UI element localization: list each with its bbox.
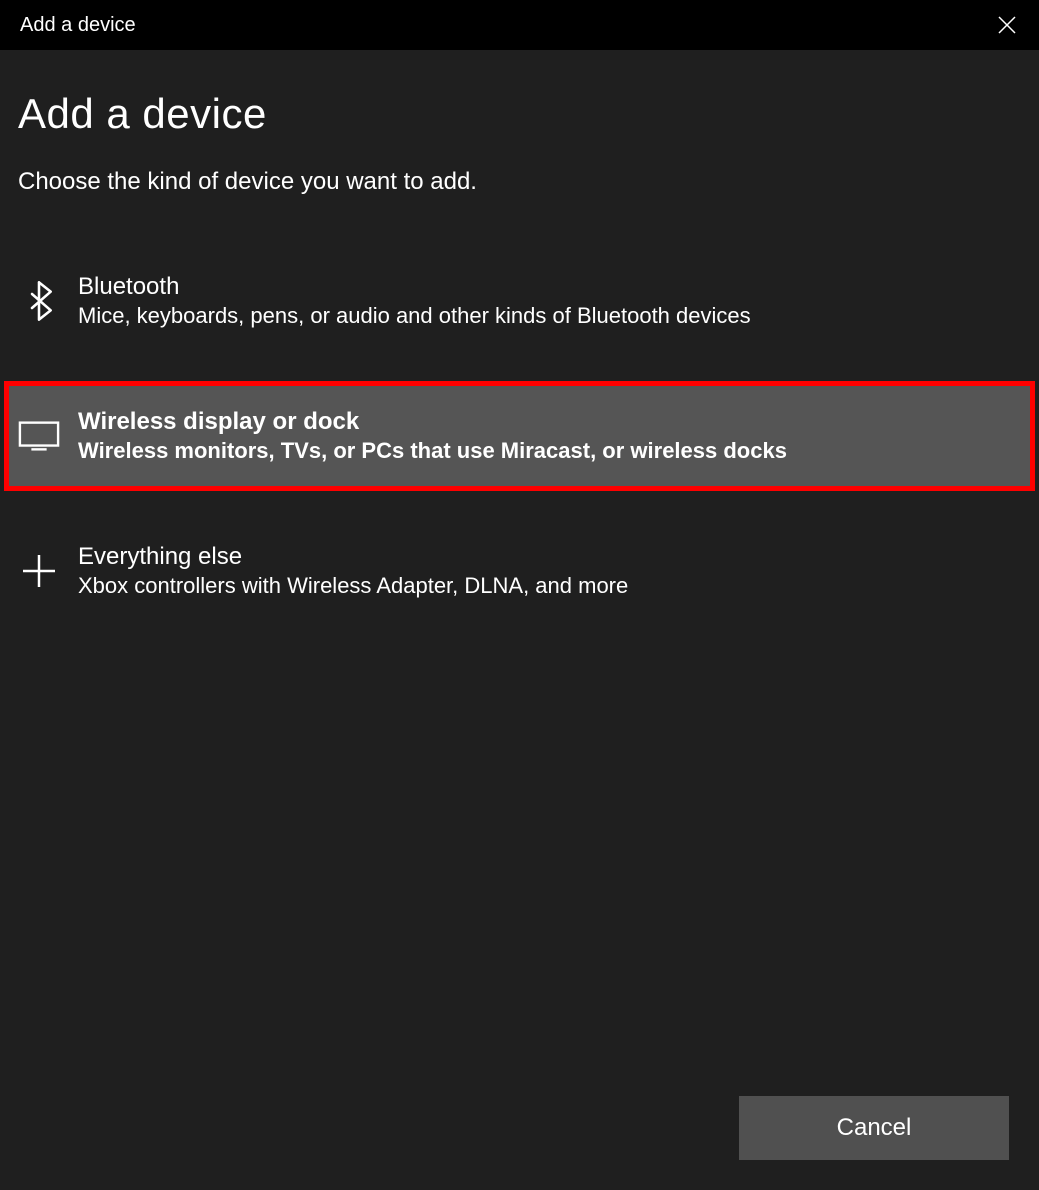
page-subheading: Choose the kind of device you want to ad… [18, 168, 1021, 196]
cancel-button[interactable]: Cancel [739, 1096, 1009, 1160]
monitor-icon [18, 411, 60, 461]
option-text: Everything else Xbox controllers with Wi… [78, 543, 628, 599]
option-desc: Xbox controllers with Wireless Adapter, … [78, 573, 628, 599]
close-button[interactable] [987, 5, 1027, 45]
option-title: Bluetooth [78, 273, 751, 301]
titlebar-title: Add a device [20, 14, 136, 37]
option-wireless-display[interactable]: Wireless display or dock Wireless monito… [4, 381, 1035, 491]
option-title: Wireless display or dock [78, 408, 787, 436]
page-heading: Add a device [18, 90, 1021, 138]
plus-icon [18, 546, 60, 596]
option-title: Everything else [78, 543, 628, 571]
device-options: Bluetooth Mice, keyboards, pens, or audi… [18, 251, 1021, 621]
option-text: Bluetooth Mice, keyboards, pens, or audi… [78, 273, 751, 329]
option-desc: Wireless monitors, TVs, or PCs that use … [78, 438, 787, 464]
titlebar: Add a device [0, 0, 1039, 50]
content: Add a device Choose the kind of device y… [0, 50, 1039, 621]
option-everything-else[interactable]: Everything else Xbox controllers with Wi… [0, 521, 1039, 621]
option-bluetooth[interactable]: Bluetooth Mice, keyboards, pens, or audi… [0, 251, 1039, 351]
option-text: Wireless display or dock Wireless monito… [78, 408, 787, 464]
footer: Cancel [739, 1096, 1009, 1160]
bluetooth-icon [18, 276, 60, 326]
close-icon [995, 13, 1019, 37]
option-desc: Mice, keyboards, pens, or audio and othe… [78, 303, 751, 329]
